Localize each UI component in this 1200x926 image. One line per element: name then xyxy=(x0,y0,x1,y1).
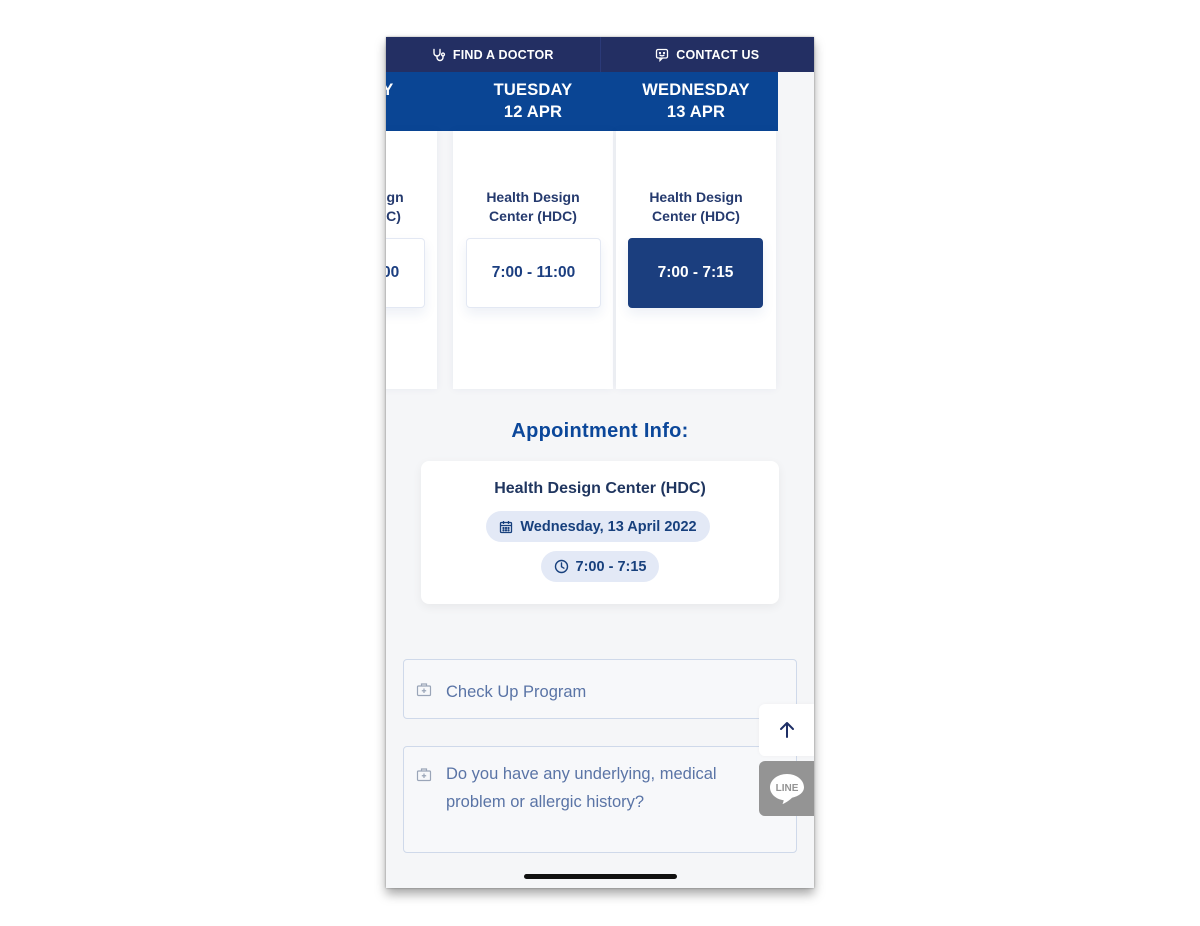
day-date: 12 APR xyxy=(503,103,563,121)
check-up-program-select[interactable]: Check Up Program xyxy=(403,659,797,719)
appointment-time: 7:00 - 7:15 xyxy=(575,558,647,575)
day-header: MONDAY 11 APR xyxy=(386,72,437,131)
appointment-clinic: Health Design Center (HDC) xyxy=(494,480,706,497)
appointment-date: Wednesday, 13 April 2022 xyxy=(520,518,697,535)
contact-us-button[interactable]: CONTACT US xyxy=(601,37,815,72)
location-line: Health Design xyxy=(486,189,580,205)
clock-icon xyxy=(554,559,568,574)
find-a-doctor-button[interactable]: FIND A DOCTOR xyxy=(386,37,601,72)
day-column-wednesday: WEDNESDAY 13 APR Health Design Center (H… xyxy=(616,72,776,389)
medical-history-textarea[interactable]: Do you have any underlying, medical prob… xyxy=(403,746,797,853)
day-date: 13 APR xyxy=(666,103,726,121)
time-slot-button[interactable]: 7:00 - 11:00 xyxy=(466,238,601,308)
day-column-monday: MONDAY 11 APR Health Design Center (HDC)… xyxy=(386,72,437,389)
location-line: Health Design xyxy=(386,189,404,205)
day-location: Health Design Center (HDC) xyxy=(386,188,437,226)
calendar-icon xyxy=(500,520,513,533)
appointment-time-badge: 7:00 - 7:15 xyxy=(541,551,659,582)
day-header: WEDNESDAY 13 APR xyxy=(616,72,776,131)
contact-us-label: CONTACT US xyxy=(676,47,760,62)
day-location: Health Design Center (HDC) xyxy=(616,188,776,226)
top-navigation: FIND A DOCTOR CONTACT US xyxy=(386,37,814,72)
phone-screen: FIND A DOCTOR CONTACT US MONDAY 11 APR H… xyxy=(386,37,814,888)
day-name: MONDAY xyxy=(386,81,394,99)
appointment-info-card: Health Design Center (HDC) Wednesday, 13… xyxy=(421,461,779,604)
home-indicator xyxy=(524,874,677,879)
line-icon: LINE xyxy=(769,773,804,804)
day-name: TUESDAY xyxy=(493,81,573,99)
time-slot-button-selected[interactable]: 7:00 - 7:15 xyxy=(628,238,763,308)
day-location: Health Design Center (HDC) xyxy=(453,188,613,226)
day-name: WEDNESDAY xyxy=(642,81,750,99)
location-line: Center (HDC) xyxy=(652,208,740,224)
appointment-info-title: Appointment Info: xyxy=(511,420,689,442)
schedule-carousel[interactable]: MONDAY 11 APR Health Design Center (HDC)… xyxy=(386,72,778,389)
chat-icon xyxy=(656,48,669,62)
medical-kit-icon xyxy=(416,768,432,782)
find-a-doctor-label: FIND A DOCTOR xyxy=(452,47,554,62)
appointment-date-badge: Wednesday, 13 April 2022 xyxy=(486,511,710,542)
medical-history-placeholder: Do you have any underlying, medical prob… xyxy=(446,765,717,811)
line-chat-button[interactable]: LINE xyxy=(759,761,814,816)
line-icon-label: LINE xyxy=(775,783,798,794)
location-line: Health Design xyxy=(649,189,743,205)
time-slot-button[interactable]: 7:00 - 11:00 xyxy=(386,238,425,308)
day-header: TUESDAY 12 APR xyxy=(453,72,613,131)
location-line: Center (HDC) xyxy=(489,208,577,224)
location-line: Center (HDC) xyxy=(386,208,401,224)
day-column-tuesday: TUESDAY 12 APR Health Design Center (HDC… xyxy=(453,72,613,389)
arrow-up-icon xyxy=(779,722,794,738)
check-up-program-placeholder: Check Up Program xyxy=(446,683,587,701)
medical-kit-icon xyxy=(416,683,432,697)
stethoscope-icon xyxy=(433,48,445,61)
day-date: 11 APR xyxy=(386,101,437,123)
scroll-to-top-button[interactable] xyxy=(759,704,814,756)
